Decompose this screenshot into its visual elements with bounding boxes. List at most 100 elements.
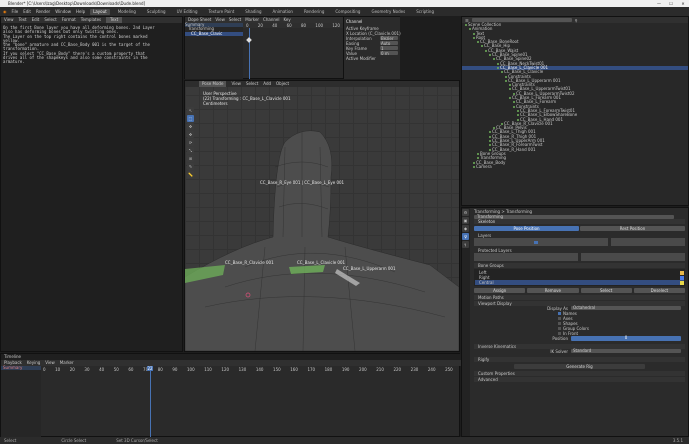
frame-tick: 240 — [427, 367, 436, 372]
menu-file[interactable]: File — [12, 9, 19, 14]
bone-icon — [509, 84, 511, 87]
text-editor-menu-edit[interactable]: Edit — [32, 17, 40, 23]
filter-icon[interactable]: ⚲ — [575, 18, 578, 23]
show-checkboxes: Names Axes Shapes Group Colors In Front — [474, 311, 685, 336]
display-as-dropdown[interactable]: Octahedral — [571, 306, 681, 310]
bone-icon — [509, 88, 511, 91]
outliner: ☰ ⚲ Scene Collection Animation Text Root CC_… — [461, 16, 689, 206]
properties-content: Transforming > Transforming Transforming… — [471, 208, 688, 383]
bone-label-l-upperarm: CC_Base_L_Upperarm 001 — [343, 266, 396, 271]
workspace-tab-texture[interactable]: Texture Paint — [205, 9, 237, 15]
object-tab-icon[interactable]: ◆ — [462, 225, 469, 232]
text-editor-content[interactable]: On the first Bone layer you have all def… — [1, 23, 182, 68]
frame-tick: 140 — [255, 367, 264, 372]
keyframe-diamond[interactable] — [246, 37, 252, 43]
workspace-tab-sculpting[interactable]: Sculpting — [144, 9, 169, 15]
group-color-swatch[interactable] — [680, 275, 684, 280]
group-color-swatch[interactable] — [680, 280, 684, 285]
render-tab-icon[interactable]: ▣ — [462, 217, 469, 224]
custom-properties-panel[interactable]: Custom Properties — [474, 371, 685, 376]
close-button[interactable]: ✕ — [677, 0, 689, 7]
assign-button[interactable]: Assign — [474, 288, 526, 293]
bone-group-item[interactable]: Central — [475, 280, 684, 285]
bone-icon — [493, 58, 495, 61]
ik-solver-dropdown[interactable]: Standard — [571, 349, 681, 353]
properties-tabs: ⚙ ▣ ◆ ♀ ⫯ — [462, 208, 470, 436]
bone-icon — [489, 144, 491, 147]
bone-groups-panel-title[interactable]: Bone Groups — [474, 263, 685, 268]
menu-window[interactable]: Window — [55, 9, 71, 14]
dopesheet-frame-ruler[interactable]: 0 20 40 60 80 100 120 — [243, 23, 343, 28]
channel-row[interactable]: CC_Base_Clavic — [185, 31, 243, 36]
deselect-button[interactable]: Deselect — [633, 288, 685, 293]
armature-data-tab-icon[interactable]: ♀ — [462, 233, 469, 240]
motion-paths-panel[interactable]: Motion Paths — [474, 295, 685, 300]
workspace-tab-scripting[interactable]: Scripting — [413, 9, 437, 15]
menu-render[interactable]: Render — [36, 9, 50, 14]
frame-tick: 150 — [273, 367, 281, 372]
text-editor-menu-templates[interactable]: Templates — [81, 17, 101, 23]
timeline-summary-channel[interactable]: Summary — [1, 365, 41, 371]
outliner-item-label: Camera — [476, 163, 492, 169]
text-datablock-field[interactable]: Text — [106, 17, 123, 23]
rest-position-button[interactable]: Rest Position — [580, 226, 685, 231]
bone-icon — [505, 75, 507, 78]
bone-icon — [465, 24, 467, 26]
workspace-tab-animation[interactable]: Animation — [270, 9, 296, 15]
bone-tab-icon[interactable]: ⫯ — [462, 241, 469, 248]
text-line: armature. — [3, 59, 25, 65]
bone-icon — [517, 109, 519, 112]
group-color-swatch[interactable] — [680, 270, 684, 275]
tool-tab-icon[interactable]: ⚙ — [462, 209, 469, 216]
bone-icon — [497, 66, 499, 69]
dopesheet-playhead[interactable] — [249, 28, 250, 79]
blender-logo-icon[interactable]: ◉ — [3, 9, 7, 14]
skeleton-panel-title[interactable]: Skeleton — [474, 219, 685, 224]
axes-position-slider[interactable]: 0 — [571, 336, 681, 341]
text-editor-menu-text[interactable]: Text — [19, 17, 27, 23]
protected-layers-grid[interactable] — [474, 253, 685, 261]
frame-tick: 180 — [324, 367, 333, 372]
status-circle-select: Circle Select — [61, 438, 87, 443]
generate-rig-button[interactable]: Generate Rig — [514, 364, 645, 369]
workspace-tab-uv[interactable]: UV Editing — [174, 9, 201, 15]
frame-tick: 50 — [113, 367, 119, 372]
text-editor-menu-view[interactable]: View — [4, 17, 14, 23]
npanel-row: Active Modifier — [346, 56, 376, 61]
bone-icon — [505, 79, 507, 82]
pose-position-button[interactable]: Pose Position — [474, 226, 579, 231]
frame-tick: 20 — [69, 367, 75, 372]
select-button[interactable]: Select — [580, 288, 632, 293]
status-select: Select — [4, 438, 17, 443]
advanced-panel[interactable]: Advanced — [474, 377, 685, 382]
timeline-playhead[interactable] — [149, 371, 151, 437]
outliner-item[interactable]: Camera — [462, 163, 688, 169]
workspace-tab-modeling[interactable]: Modeling — [115, 9, 139, 15]
text-editor-menu-format[interactable]: Format — [62, 17, 76, 23]
timeline-menu-view[interactable]: View — [45, 360, 55, 366]
bone-layers-grid[interactable] — [474, 238, 685, 246]
minimize-button[interactable]: — — [653, 0, 665, 7]
timeline-menu-marker[interactable]: Marker — [60, 360, 74, 366]
menu-edit[interactable]: Edit — [23, 9, 31, 14]
remove-button[interactable]: Remove — [527, 288, 579, 293]
bone-icon — [513, 105, 515, 108]
dopesheet-editor: Dope Sheet View Select Marker Channel Ke… — [184, 16, 401, 79]
bone-icon — [509, 97, 511, 100]
frame-tick: 250 — [445, 367, 453, 372]
character-mesh[interactable] — [185, 87, 459, 351]
armature-name-field[interactable]: Transforming — [474, 215, 674, 219]
rigify-panel[interactable]: Rigify — [474, 357, 685, 362]
workspace-tab-compositing[interactable]: Compositing — [332, 9, 363, 15]
workspace-tab-shading[interactable]: Shading — [242, 9, 264, 15]
maximize-button[interactable]: ☐ — [665, 0, 677, 7]
text-editor-menu-select[interactable]: Select — [44, 17, 56, 23]
menu-help[interactable]: Help — [76, 9, 85, 14]
workspace-tab-layout[interactable]: Layout — [90, 8, 110, 15]
window-title: Blender* [C:\Users\Izag\Desktop\Download… — [8, 1, 146, 6]
workspace-tab-geonodes[interactable]: Geometry Nodes — [368, 9, 408, 15]
workspace-tab-rendering[interactable]: Rendering — [301, 9, 327, 15]
3d-viewport[interactable]: Pose Mode View Select Add Object User Pe… — [184, 80, 460, 352]
timeline-frame-ruler[interactable]: 0 10 20 30 40 50 60 70 80 90 100 110 120 130 140 150 160… — [43, 367, 453, 372]
frame-tick: 230 — [410, 367, 419, 372]
